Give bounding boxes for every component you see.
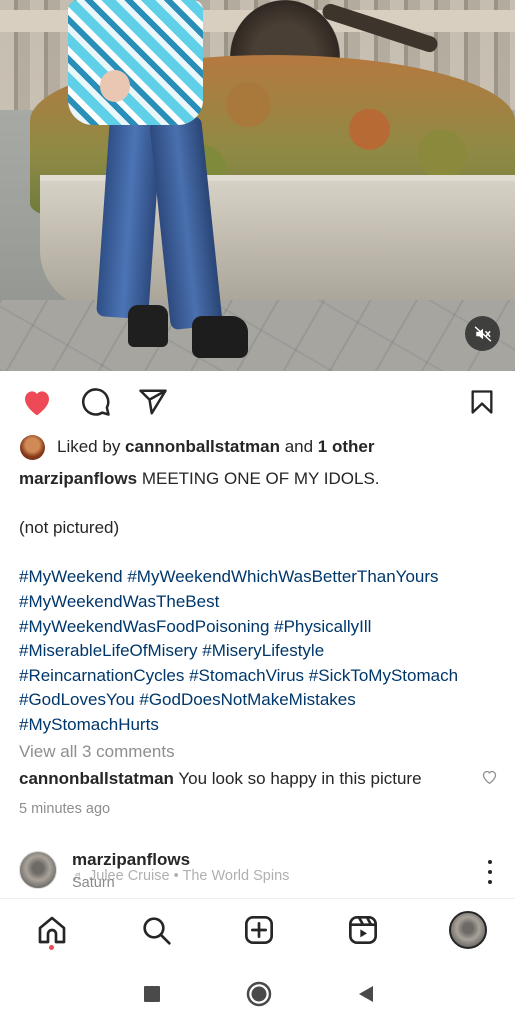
comment-icon — [82, 388, 110, 416]
caption-hashtags[interactable]: #MyWeekendWasTheBest — [19, 590, 504, 615]
heart-filled-icon — [25, 391, 49, 416]
caption-hashtags[interactable]: #MyStomachHurts — [19, 713, 504, 738]
caption-text: MEETING ONE OF MY IDOLS. — [137, 469, 380, 488]
liker-username[interactable]: cannonballstatman — [125, 437, 280, 457]
triangle-back-icon — [359, 986, 373, 1002]
next-post-avatar[interactable] — [19, 851, 57, 889]
caption-username[interactable]: marzipanflows — [19, 469, 137, 488]
home-button[interactable] — [245, 980, 273, 1008]
comment-button[interactable] — [80, 386, 112, 418]
back-button[interactable] — [352, 980, 380, 1008]
caption-hashtags[interactable]: #MyWeekendWasFoodPoisoning #PhysicallyIl… — [19, 615, 504, 640]
share-button[interactable] — [137, 386, 169, 418]
post-actions — [0, 380, 515, 424]
create-icon[interactable] — [242, 912, 276, 948]
next-post-location[interactable]: Saturn — [72, 875, 115, 891]
photo-person-shoe — [192, 316, 248, 358]
next-post-music-text: Julee Cruise • The World Spins — [89, 868, 290, 884]
likes-prefix: Liked by — [57, 437, 126, 456]
photo-person-shoe — [128, 305, 168, 347]
mute-toggle-button[interactable] — [465, 316, 500, 351]
reels-icon[interactable] — [346, 912, 380, 948]
next-post-username[interactable]: marzipanflows — [72, 850, 190, 870]
heart-outline-icon — [482, 770, 497, 785]
recents-button[interactable] — [138, 980, 166, 1008]
photo-ground — [0, 300, 515, 371]
comment-username[interactable]: cannonballstatman — [19, 769, 174, 788]
caption-hashtags[interactable]: #ReincarnationCycles #StomachVirus #Sick… — [19, 664, 504, 689]
caption-line-2: (not pictured) — [19, 518, 120, 538]
post-media[interactable] — [0, 0, 515, 371]
liker-avatar[interactable] — [20, 434, 45, 460]
caption-hashtags[interactable]: #MyWeekend #MyWeekendWhichWasBetterThanY… — [19, 565, 504, 590]
likes-joiner: and — [279, 437, 318, 456]
search-icon[interactable] — [139, 912, 173, 948]
post-timestamp: 5 minutes ago — [19, 801, 111, 817]
send-icon — [139, 389, 167, 415]
more-options-icon[interactable] — [482, 860, 498, 884]
caption-hashtags[interactable]: #MiserableLifeOfMisery #MiseryLifestyle — [19, 639, 504, 664]
likes-others[interactable]: 1 other — [318, 437, 375, 457]
save-button[interactable] — [466, 386, 498, 418]
view-all-comments-link[interactable]: View all 3 comments — [19, 742, 175, 762]
notification-dot — [49, 945, 54, 950]
comment-like-button[interactable] — [481, 769, 499, 787]
home-icon[interactable] — [35, 912, 69, 948]
square-icon — [144, 986, 160, 1002]
photo-person-hand — [100, 70, 130, 102]
next-post-header: marzipanflows ♬ Julee Cruise • The World … — [0, 845, 515, 897]
profile-avatar — [449, 911, 487, 949]
like-button[interactable] — [21, 386, 53, 418]
post-caption: marzipanflows MEETING ONE OF MY IDOLS. (… — [19, 467, 504, 738]
caption-hashtags[interactable]: #GodLovesYou #GodDoesNotMakeMistakes — [19, 688, 504, 713]
bottom-navigation — [0, 898, 515, 962]
profile-tab[interactable] — [448, 911, 488, 949]
system-navigation-bar — [0, 962, 515, 1024]
top-comment: cannonballstatman You look so happy in t… — [19, 769, 422, 789]
bookmark-icon — [471, 390, 493, 414]
photo-person-shirt — [68, 0, 203, 125]
comment-text: You look so happy in this picture — [173, 769, 422, 788]
likes-summary[interactable]: Liked by cannonballstatman and 1 other — [20, 434, 374, 460]
speaker-muted-icon — [474, 326, 491, 341]
circle-icon — [246, 981, 272, 1007]
